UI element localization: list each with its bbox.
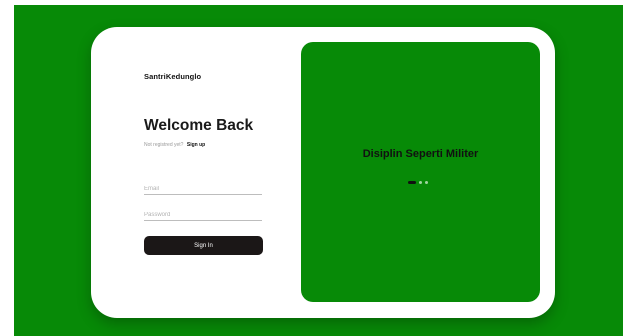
page-title: Welcome Back <box>144 117 254 134</box>
brand-logo-text: SantriKedunglo <box>144 72 202 81</box>
signup-prompt: Not registred yet? Sign up <box>144 142 205 148</box>
carousel-dot-1[interactable] <box>408 180 416 184</box>
carousel-caption: Disiplin Seperti Militer <box>362 148 479 160</box>
carousel-dot-2[interactable] <box>419 180 422 184</box>
signup-prompt-text: Not registred yet? <box>144 142 184 148</box>
signup-link[interactable]: Sign up <box>187 142 205 148</box>
carousel-panel <box>301 42 540 302</box>
carousel-dot-3[interactable] <box>425 180 428 184</box>
password-input[interactable] <box>144 210 262 221</box>
carousel-indicator <box>408 180 428 184</box>
sign-in-button[interactable]: Sign In <box>144 236 263 255</box>
email-input[interactable] <box>144 184 262 195</box>
